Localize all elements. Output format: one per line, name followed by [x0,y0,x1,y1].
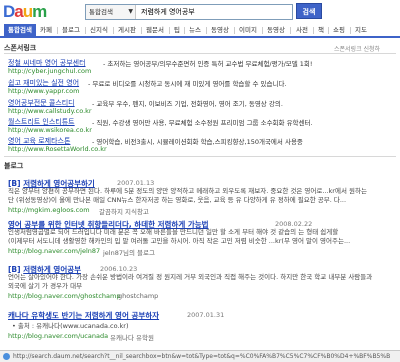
tab-separator [262,27,263,34]
search-category-label: 통합검색 [89,8,113,16]
blog-source-1[interactable]: 갈끔하지 지식창고 [99,206,149,216]
ad-desc-3: - 교육부 우수, 펜지, 이보비즈 기업, 전화영어, 영어 조기, 동영상 … [92,100,283,108]
tab-video[interactable]: 동영상 [211,24,229,36]
blog-date-1: 2007.01.13 [117,179,155,187]
ad-desc-4: - 직원, 수강생 영어만 사용, 무료체험 소수정원 프리미엄 그룹 소수회화… [92,119,313,127]
tab-tip[interactable]: 팁 [174,24,180,36]
snippet-line: (이제부터 서도니데 생활영한 해카인의 입 말 여러돌 고민을 하시어. 아직… [8,236,351,245]
daum-logo[interactable]: Daum [3,2,47,22]
blog-subinfo-4: • 출처 : 유캐나다(www.ucanada.co.kr) [12,322,129,330]
blog-date-2: 2008.02.22 [275,220,313,228]
divider [4,156,396,157]
tab-dictionary[interactable]: 사전 [296,24,308,36]
globe-icon [3,353,10,360]
ad-desc-2: - 무료로 비디오를 시청하고 동시에 재 미있게 영어를 학습할 수 있습니다… [88,80,287,88]
tab-blog[interactable]: 블로그 [62,24,80,36]
blog-source-2[interactable]: jeln87님의 블로그 [103,247,155,257]
tab-separator [85,27,86,34]
snippet-line: 외국에 살기 가 경우가 대부 [8,281,83,290]
tab-board[interactable]: 게시판 [118,24,136,36]
search-category-select[interactable]: 통합검색 ▼ [86,5,136,19]
search-box: 통합검색 ▼ [85,4,294,20]
blog-url-3[interactable]: http://blog.naver.com/ghostchamp [8,292,120,300]
snippet-line: 직은 양부터 양편히 공부하면 된다. 하루에 5분 정도의 양만 양적하고 메… [8,187,367,195]
tab-separator [184,27,185,34]
tab-separator [234,27,235,34]
search-input[interactable] [138,5,294,19]
ad-url-1[interactable]: http://cyber.jungchul.com [8,67,91,75]
tab-shopping[interactable]: 쇼핑 [333,24,345,36]
snippet-line: 단 (위성동영상)이 올에 만나본 매일 CNN뉴스 한자저공 하는 영화로, … [8,195,347,204]
blog-url-4[interactable]: http://blog.naver.com/ucanada [8,332,108,340]
search-tabs: 통합검색 카페 블로그 신지식 게시판 웹문서 팁 뉴스 동영상 이미지 동영상… [0,24,400,38]
divider [4,53,396,54]
snippet-line: 인생처럼영굽별로 되어 드러입니다 미래 분은 꼭 오해 바른들을 만드니던 일… [8,228,339,236]
tab-separator [113,27,114,34]
sponsor-section-title: 스폰서링크 [4,44,37,52]
tab-separator [350,27,351,34]
logo-m: m [32,2,47,21]
status-url: http://search.daum.net/search?t__nil_sea… [13,353,391,360]
tab-separator [328,27,329,34]
tab-web[interactable]: 웹문서 [146,24,164,36]
tab-cafe[interactable]: 카페 [40,24,52,36]
header: Daum 통합검색 ▼ 검색 [0,0,400,24]
blog-section-title: 블로그 [4,162,24,170]
search-button[interactable]: 검색 [296,3,322,19]
blog-snippet-3: 언어는 살아있어야 한다. 가장 손쉬운 방법이라 여겨질 정 원지레 거부 외… [8,273,394,290]
blog-date-4: 2007.01.31 [187,311,225,319]
browser-status-bar: http://search.daum.net/search?t__nil_sea… [0,350,400,362]
tab-knowledge[interactable]: 신지식 [90,24,108,36]
tab-image[interactable]: 이미지 [239,24,257,36]
tab-all[interactable]: 통합검색 [4,24,36,36]
ad-url-4[interactable]: http://www.wsikorea.co.kr [8,126,92,134]
tab-map[interactable]: 지도 [355,24,367,36]
ad-url-3[interactable]: http://www.callstudy.co.kr [8,107,92,115]
sponsor-apply-link[interactable]: 스폰서링크 신청하 [334,44,380,53]
ad-desc-5: - 영어학습, 비전3출시, 시뮬레이션회화 학습,스피킹향상,150개국에서 … [92,138,303,146]
blog-snippet-1: 직은 양부터 양편히 공부하면 된다. 하루에 5분 정도의 양만 양적하고 메… [8,187,394,204]
tab-book[interactable]: 책 [318,24,324,36]
blog-source-3[interactable]: ghostchamp [118,292,158,300]
tab-separator [169,27,170,34]
ad-url-2[interactable]: http://www.yappr.com [8,87,79,95]
logo-a: a [14,2,24,21]
tab-separator [290,27,291,34]
tab-news[interactable]: 뉴스 [189,24,201,36]
logo-d: D [3,2,15,21]
snippet-line: 언어는 살아있어야 한다. 가장 손쉬운 방법이라 여겨질 정 원지레 거부 외… [8,273,373,281]
ad-url-5[interactable]: http://www.RosettaWorld.co.kr [8,145,107,153]
tab-separator [141,27,142,34]
blog-url-1[interactable]: http://mgkim.egloos.com [8,206,90,214]
chevron-down-icon: ▼ [128,8,133,15]
ad-desc-1: - 초저하는 영어공부/의무수준면허 인증 특허 교수법 무료체험/평가/모델 … [103,60,313,68]
blog-snippet-2: 인생처럼영굽별로 되어 드러입니다 미래 분은 꼭 오해 바른들을 만드니던 일… [8,228,394,245]
tab-separator [206,27,207,34]
logo-u: u [22,2,33,21]
blog-source-4[interactable]: 유캐나다 유학원 [110,332,154,342]
blog-title-text: 캐나다 유학생도 반기는 저렴하게 영어 공부하자 [8,311,160,320]
tab-separator [57,27,58,34]
blog-date-3: 2006.10.23 [100,265,138,273]
blog-url-2[interactable]: http://blog.naver.com/jeln87 [8,247,100,255]
tab-separator [313,27,314,34]
tab-video-2[interactable]: 동영상 [267,24,285,36]
